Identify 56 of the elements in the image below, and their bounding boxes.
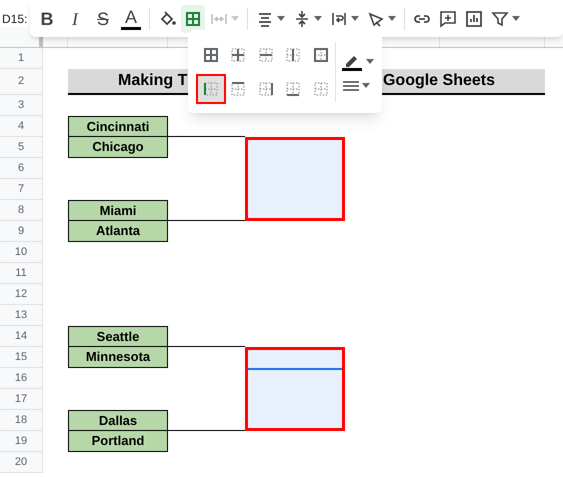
team-cell: Seattle (68, 326, 168, 347)
row-header[interactable]: 17 (0, 389, 43, 410)
team-cell: Minnesota (68, 347, 168, 368)
filter-icon (491, 10, 509, 28)
row-header[interactable]: 8 (0, 200, 43, 221)
bold-button[interactable]: B (34, 4, 60, 32)
border-bottom-icon (285, 80, 302, 96)
row-header[interactable]: 13 (0, 305, 43, 326)
title-text: Making T (118, 71, 188, 91)
row-header[interactable]: 2 (0, 69, 43, 95)
row-header[interactable]: 14 (0, 326, 43, 347)
border-option[interactable] (196, 74, 226, 104)
add-comment-icon (439, 10, 457, 28)
borders-icon (184, 10, 202, 28)
paint-bucket-icon (158, 10, 176, 28)
team-cell: Portland (68, 431, 168, 452)
border-left-icon (203, 80, 219, 96)
row-header[interactable]: 3 (0, 95, 43, 116)
team-cell: Atlanta (68, 221, 168, 242)
border-clear-icon (312, 80, 329, 96)
team-cell: Chicago (68, 137, 168, 158)
border-right-icon (258, 80, 274, 96)
team-cell: Miami (68, 200, 168, 221)
border-all-icon (203, 46, 219, 62)
row-header[interactable]: 16 (0, 368, 43, 389)
chart-icon (465, 10, 483, 28)
caret-icon (362, 83, 370, 88)
border-top-icon (230, 80, 246, 96)
row-header[interactable]: 19 (0, 431, 43, 452)
border-vertical-icon (285, 46, 302, 62)
row-header[interactable]: 9 (0, 221, 43, 242)
border-inner-icon (230, 46, 246, 62)
vertical-align-icon (293, 10, 311, 28)
borders-button[interactable] (181, 4, 205, 32)
row-header[interactable]: 4 (0, 116, 43, 137)
strike-button[interactable]: S (90, 4, 116, 32)
text-rotate-icon (367, 10, 385, 28)
row-header[interactable]: 12 (0, 284, 43, 305)
row-header[interactable]: 7 (0, 179, 43, 200)
team-cell: Cincinnati (68, 116, 168, 137)
border-horizontal-icon (258, 46, 274, 62)
text-color-button[interactable]: A (118, 4, 144, 32)
row-header[interactable]: 5 (0, 137, 43, 158)
team-cell: Dallas (68, 410, 168, 431)
row-header[interactable]: 6 (0, 158, 43, 179)
row-header[interactable]: 15 (0, 347, 43, 368)
row-header[interactable]: 18 (0, 410, 43, 431)
row-header[interactable]: 20 (0, 452, 43, 473)
italic-button[interactable]: I (62, 4, 88, 32)
row-header[interactable]: 10 (0, 242, 43, 263)
line-style-icon (342, 80, 360, 92)
caret-icon (366, 59, 374, 64)
row-header[interactable]: 11 (0, 263, 43, 284)
border-outer-icon (312, 46, 329, 62)
title-text: Google Sheets (382, 71, 495, 91)
row-header[interactable]: 1 (0, 48, 43, 69)
